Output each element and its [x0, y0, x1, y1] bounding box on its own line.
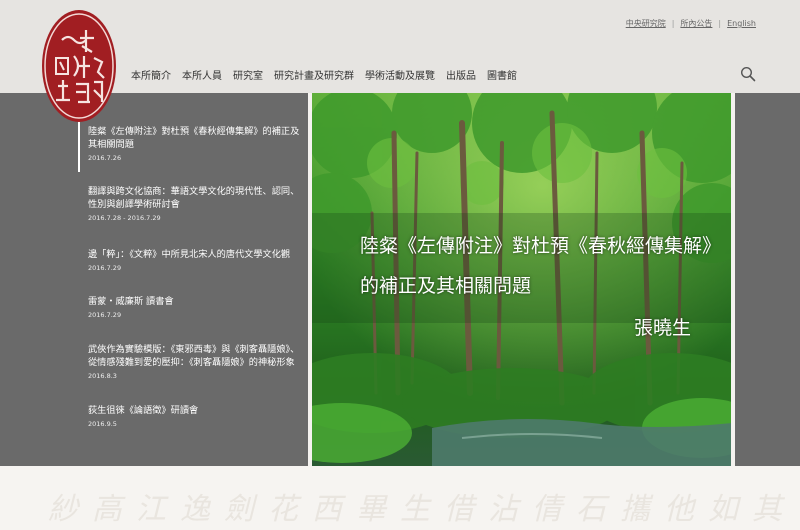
news-title: 翻譯與跨文化協商：華語文學文化的現代性、認同、性別與創譯學術研討會 — [88, 186, 300, 210]
hero-title-line2: 的補正及其相關問題 — [360, 275, 532, 297]
nav-item-events[interactable]: 學術活動及展覽 — [365, 67, 435, 82]
news-date: 2016.7.29 — [88, 264, 122, 272]
hero-banner[interactable]: 陸粲《左傳附注》對杜預《春秋經傳集解》 的補正及其相關問題 張曉生 — [312, 93, 731, 466]
nav-item-research-rooms[interactable]: 研究室 — [233, 67, 263, 82]
nav-item-about[interactable]: 本所簡介 — [131, 67, 171, 82]
calligraphy-watermark: 紗高江逸劍花西畢生借沾倩石攜他如其自於酒指 — [48, 492, 800, 527]
calligraphy-footer: 紗高江逸劍花西畢生借沾倩石攜他如其自於酒指 — [0, 466, 800, 530]
news-title: 荻生徂徠《論語徵》研讀會 — [88, 405, 199, 416]
news-item[interactable]: 武俠作為實驗模版：《東邪西毒》與《刺客聶隱娘》、從情感殘難到愛的壓抑：《刺客聶隱… — [88, 343, 300, 380]
institute-seal-logo[interactable] — [42, 10, 116, 122]
news-date: 2016.7.28 - 2016.7.29 — [88, 214, 161, 222]
hero-author: 張曉生 — [634, 317, 692, 339]
nav-item-staff[interactable]: 本所人員 — [182, 67, 222, 82]
news-date: 2016.8.3 — [88, 372, 117, 380]
news-date: 2016.9.5 — [88, 420, 117, 428]
news-item[interactable]: 荻生徂徠《論語徵》研讀會 2016.9.5 — [88, 404, 300, 428]
nav-item-library[interactable]: 圖書館 — [487, 67, 517, 82]
news-date: 2016.7.29 — [88, 311, 122, 319]
nav-item-projects[interactable]: 研究計畫及研究群 — [274, 67, 354, 82]
news-title: 武俠作為實驗模版：《東邪西毒》與《刺客聶隱娘》、從情感殘難到愛的壓抑：《刺客聶隱… — [88, 344, 300, 368]
top-links: 中央研究院 | 所內公告 | English — [625, 18, 756, 29]
news-title: 雷蒙・威廉斯 讀書會 — [88, 296, 174, 307]
nav-item-publications[interactable]: 出版品 — [446, 67, 476, 82]
top-link-academia-sinica[interactable]: 中央研究院 — [626, 18, 666, 29]
news-item[interactable]: 雷蒙・威廉斯 讀書會 2016.7.29 — [88, 295, 300, 319]
hero-title-line1: 陸粲《左傳附注》對杜預《春秋經傳集解》 — [360, 235, 722, 257]
main-nav: 本所簡介 本所人員 研究室 研究計畫及研究群 學術活動及展覽 出版品 圖書館 — [131, 67, 517, 82]
active-news-indicator — [78, 120, 80, 172]
news-title: 陸粲《左傳附注》對杜預《春秋經傳集解》的補正及其相關問題 — [88, 126, 300, 150]
news-item[interactable]: 陸粲《左傳附注》對杜預《春秋經傳集解》的補正及其相關問題 2016.7.26 — [88, 125, 300, 162]
search-icon[interactable] — [740, 66, 756, 82]
news-item[interactable]: 邊「粹」：《文粹》中所見北宋人的唐代文學文化觀 2016.7.29 — [88, 248, 300, 272]
top-link-announcements[interactable]: 所內公告 — [680, 18, 712, 29]
news-item[interactable]: 翻譯與跨文化協商：華語文學文化的現代性、認同、性別與創譯學術研討會 2016.7… — [88, 185, 300, 222]
next-slide-preview[interactable] — [735, 93, 800, 466]
news-title: 邊「粹」：《文粹》中所見北宋人的唐代文學文化觀 — [88, 249, 291, 260]
top-link-english[interactable]: English — [727, 19, 756, 28]
site-header: 中央研究院 | 所內公告 | English 本所簡介 本所人員 研究室 研究計… — [0, 0, 800, 93]
news-date: 2016.7.26 — [88, 154, 122, 162]
